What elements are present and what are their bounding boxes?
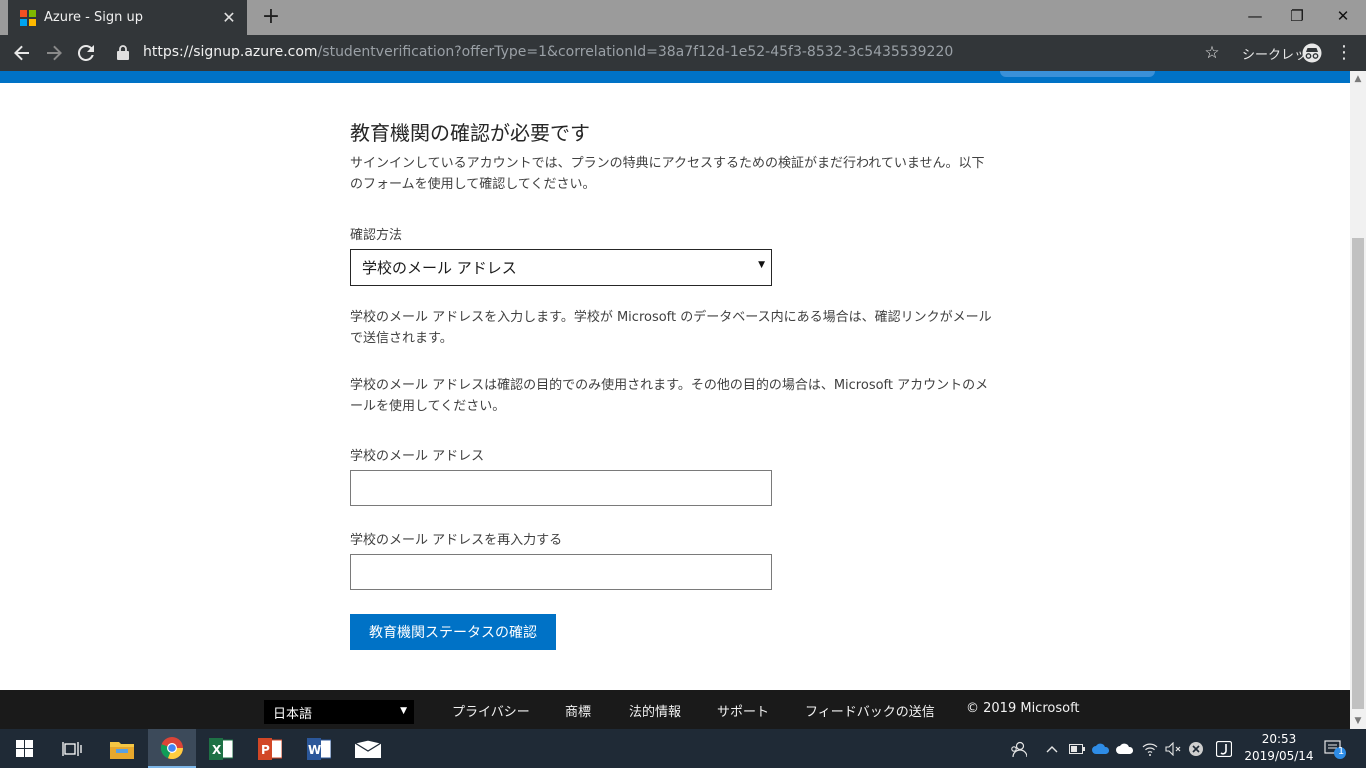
copyright: © 2019 Microsoft (966, 701, 1080, 716)
start-icon (15, 740, 33, 757)
windows-taskbar: X P W 20:53 2019/05/14 1 (0, 729, 1366, 768)
dropdown-arrow-icon: ▼ (400, 706, 407, 716)
email-confirm-label: 学校のメール アドレスを再入力する (350, 533, 563, 548)
microsoft-logo-icon (20, 9, 36, 26)
url-path: /studentverification?offerType=1&correla… (317, 44, 954, 60)
info-text-2: 学校のメール アドレスは確認の目的でのみ使用されます。その他の目的の場合は、Mi… (350, 378, 989, 414)
clock-time: 20:53 (1261, 732, 1297, 746)
task-view-button[interactable] (48, 729, 96, 768)
intro-text: サインインしているアカウントでは、プランの特典にアクセスするための検証がまだ行わ… (350, 156, 985, 192)
url-scheme: https:// (143, 44, 194, 60)
language-value: 日本語 (273, 706, 313, 722)
start-button[interactable] (0, 729, 48, 768)
browser-tab-strip: Azure - Sign up ✕ + — ❐ ✕ (0, 0, 1366, 35)
browser-toolbar: https://signup.azure.com/studentverifica… (0, 35, 1366, 71)
incognito-icon[interactable] (1302, 43, 1322, 63)
lock-icon[interactable] (117, 45, 133, 61)
new-tab-button[interactable]: + (258, 4, 284, 30)
email-label: 学校のメール アドレス (350, 449, 485, 464)
word-button[interactable]: W (295, 729, 343, 768)
restore-button[interactable]: ❐ (1274, 0, 1320, 32)
school-email-confirm-input[interactable] (350, 554, 772, 590)
footer-link-trademarks[interactable]: 商標 (565, 701, 591, 720)
back-arrow-icon (14, 45, 29, 61)
page-footer: 日本語 ▼ プライバシー 商標 法的情報 サポート フィードバックの送信 © 2… (0, 690, 1350, 729)
file-explorer-icon (110, 741, 134, 759)
scroll-up-icon[interactable]: ▲ (1350, 71, 1366, 87)
method-label: 確認方法 (350, 228, 403, 243)
reload-icon (78, 45, 94, 61)
footer-link-privacy[interactable]: プライバシー (452, 701, 530, 720)
scroll-thumb[interactable] (1352, 238, 1364, 709)
task-view-icon (62, 741, 82, 756)
clock-date: 2019/05/14 (1244, 749, 1314, 763)
info-text-1: 学校のメール アドレスを入力します。学校が Microsoft のデータベース内… (350, 310, 992, 346)
notification-badge: 1 (1337, 746, 1345, 757)
word-icon: W (307, 737, 331, 760)
dropdown-arrow-icon: ▼ (758, 260, 765, 270)
network-disconnected-icon[interactable] (1185, 729, 1207, 768)
bookmark-star-icon[interactable]: ☆ (1200, 41, 1224, 65)
action-center-icon[interactable]: 1 (1320, 729, 1350, 768)
cloud-icon[interactable] (1114, 729, 1136, 768)
file-explorer-button[interactable] (98, 729, 146, 768)
language-select[interactable]: 日本語 ▼ (264, 700, 414, 724)
excel-icon: X (209, 737, 233, 760)
onedrive-icon[interactable] (1090, 729, 1112, 768)
tab-close-icon[interactable]: ✕ (221, 8, 237, 27)
header-decoration (1000, 71, 1155, 77)
browser-tab[interactable]: Azure - Sign up ✕ (8, 0, 247, 35)
mail-icon (355, 739, 381, 758)
browser-menu-icon[interactable]: ⋮ (1334, 41, 1354, 65)
powerpoint-icon: P (258, 737, 282, 760)
tab-title: Azure - Sign up (44, 10, 143, 25)
address-bar[interactable]: https://signup.azure.com/studentverifica… (143, 44, 953, 60)
chrome-button[interactable] (148, 729, 196, 768)
school-email-input[interactable] (350, 470, 772, 506)
wifi-icon[interactable] (1139, 729, 1161, 768)
method-selected-value: 学校のメール アドレス (362, 259, 517, 277)
page-title: 教育機関の確認が必要です (350, 121, 590, 145)
powerpoint-button[interactable]: P (246, 729, 294, 768)
battery-icon[interactable] (1066, 729, 1088, 768)
scroll-down-icon[interactable]: ▼ (1350, 713, 1366, 729)
volume-muted-icon[interactable] (1162, 729, 1184, 768)
people-icon[interactable] (1004, 729, 1032, 768)
mail-button[interactable] (344, 729, 392, 768)
excel-button[interactable]: X (197, 729, 245, 768)
footer-link-support[interactable]: サポート (717, 701, 769, 720)
verification-method-select[interactable]: 学校のメール アドレス ▼ (350, 249, 772, 286)
svg-text:P: P (261, 743, 270, 757)
minimize-button[interactable]: — (1232, 0, 1278, 32)
url-host: signup.azure.com (193, 44, 318, 60)
page-scrollbar[interactable]: ▲ ▼ (1350, 71, 1366, 729)
show-hidden-icons-icon[interactable] (1042, 729, 1062, 768)
forward-arrow-icon (47, 45, 62, 61)
footer-link-feedback[interactable]: フィードバックの送信 (805, 701, 935, 720)
chrome-icon (160, 736, 184, 759)
svg-text:X: X (212, 743, 222, 757)
footer-link-legal[interactable]: 法的情報 (629, 701, 681, 720)
forward-button[interactable] (40, 39, 68, 67)
system-clock[interactable]: 20:53 2019/05/14 (1244, 731, 1314, 765)
close-window-button[interactable]: ✕ (1320, 0, 1366, 32)
verify-status-button[interactable]: 教育機関ステータスの確認 (350, 614, 556, 650)
back-button[interactable] (8, 39, 36, 67)
svg-text:W: W (308, 743, 321, 757)
app-tray-icon[interactable] (1212, 729, 1236, 768)
reload-button[interactable] (72, 39, 100, 67)
